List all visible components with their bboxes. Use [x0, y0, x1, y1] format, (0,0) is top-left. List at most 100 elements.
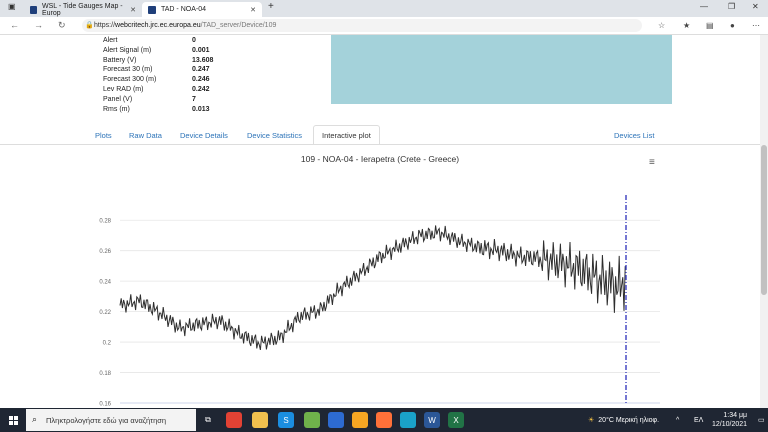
task-view-icon[interactable]: ⧉: [200, 412, 216, 428]
y-tick-label: 0.18: [99, 371, 111, 377]
weather-widget[interactable]: ☀ 20°C Μερική ηλιοφ.: [588, 408, 659, 432]
windows-logo-icon: [8, 415, 18, 425]
y-tick-label: 0.2: [103, 341, 112, 347]
tab-device-statistics[interactable]: Device Statistics: [239, 125, 310, 145]
chart-svg[interactable]: 0.160.180.20.220.240.260.2809:0012:0015:…: [85, 147, 675, 432]
page-scrollbar[interactable]: [760, 35, 768, 408]
site-favicon-icon: [30, 5, 37, 14]
param-key: Alert Signal (m): [103, 46, 152, 54]
param-value: 0.247: [192, 66, 210, 74]
close-window-icon[interactable]: ✕: [752, 2, 759, 11]
tab-label: WSL - Tide Gauges Map - Europ: [41, 2, 123, 17]
chart-menu-icon[interactable]: ≡: [649, 157, 655, 168]
y-tick-label: 0.16: [99, 402, 111, 408]
more-menu-icon[interactable]: ⋯: [752, 21, 760, 30]
param-value: 0.246: [192, 76, 210, 84]
param-key: Forecast 30 (m): [103, 66, 153, 74]
url-field[interactable]: 🔒 https:// webcritech.jrc.ec.europa.eu /…: [82, 19, 642, 32]
location-map[interactable]: [331, 35, 672, 104]
param-key: Forecast 300 (m): [103, 76, 157, 84]
taskbar-search[interactable]: ⌕ Πληκτρολογήστε εδώ για αναζήτηση: [26, 409, 196, 431]
param-key: Lev RAD (m): [103, 85, 144, 93]
chrome-icon[interactable]: [226, 412, 242, 428]
interactive-chart[interactable]: 109 - NOA-04 - Ierapetra (Crete - Greece…: [85, 147, 675, 432]
file-explorer-icon[interactable]: [252, 412, 268, 428]
url-path: /TAD_server/Device/109: [200, 22, 277, 29]
clock[interactable]: 1:34 μμ 12/10/2021: [712, 408, 747, 432]
param-row: Panel (V) 7: [103, 96, 213, 106]
tab-devices-list[interactable]: Devices List: [606, 125, 662, 145]
y-tick-label: 0.26: [99, 249, 111, 255]
series-line: [119, 225, 626, 351]
search-placeholder: Πληκτρολογήστε εδώ για αναζήτηση: [46, 415, 167, 425]
tab-actions-icon[interactable]: ▣: [8, 2, 16, 11]
maximize-icon[interactable]: ❐: [728, 2, 735, 11]
device-nav-tabs: Plots Raw Data Device Details Device Sta…: [85, 125, 685, 145]
param-key: Alert: [103, 37, 118, 44]
param-key: Rms (m): [103, 105, 130, 113]
tray-chevron-icon[interactable]: ^: [676, 408, 679, 432]
browser-tab-bar: ▣ WSL - Tide Gauges Map - Europ ✕ TAD - …: [0, 0, 768, 17]
param-value: 0.001: [192, 46, 210, 54]
url-host: webcritech.jrc.ec.europa.eu: [115, 22, 201, 29]
favorites-icon[interactable]: ★: [683, 21, 690, 30]
excel-icon[interactable]: X: [448, 412, 464, 428]
param-row: Battery (V) 13.608: [103, 57, 213, 67]
notifications-icon[interactable]: ▭: [758, 408, 765, 432]
windows-taskbar: ⌕ Πληκτρολογήστε εδώ για αναζήτηση ⧉ S W…: [0, 408, 768, 432]
firefox-icon[interactable]: [376, 412, 392, 428]
tabs-divider: [0, 144, 760, 145]
forward-icon[interactable]: →: [34, 20, 43, 30]
refresh-icon[interactable]: ↻: [58, 20, 66, 31]
param-value: 0: [192, 37, 196, 44]
param-key: Panel (V): [103, 95, 133, 103]
lock-icon[interactable]: 🔒: [85, 21, 94, 29]
profile-icon[interactable]: ●: [730, 21, 735, 30]
mail-icon[interactable]: [352, 412, 368, 428]
search-icon: ⌕: [32, 414, 38, 424]
tab-wsl-tide-map[interactable]: WSL - Tide Gauges Map - Europ ✕: [24, 2, 142, 17]
start-button[interactable]: [0, 408, 26, 432]
close-tab-icon[interactable]: ✕: [250, 6, 256, 14]
url-prefix: https://: [94, 22, 116, 29]
tab-interactive-plot[interactable]: Interactive plot: [313, 125, 380, 145]
collections-icon[interactable]: ▤: [706, 21, 714, 30]
param-value: 13.608: [192, 56, 214, 64]
y-tick-label: 0.22: [99, 310, 111, 316]
param-row: Lev RAD (m) 0.242: [103, 86, 213, 96]
store-icon[interactable]: [328, 412, 344, 428]
param-value: 0.013: [192, 105, 210, 113]
param-value: 0.242: [192, 85, 210, 93]
tab-raw-data[interactable]: Raw Data: [121, 125, 170, 145]
device-parameters: Alert 0 Alert Signal (m) 0.001 Battery (V)…: [103, 37, 213, 115]
weather-text: 20°C Μερική ηλιοφ.: [598, 416, 660, 424]
scrollbar-thumb[interactable]: [761, 145, 767, 295]
weather-icon: ☀: [588, 417, 595, 424]
tab-label: TAD - NOA-04: [161, 6, 206, 13]
tab-plots[interactable]: Plots: [87, 125, 120, 145]
address-bar-row: ← → ↻ 🔒 https:// webcritech.jrc.ec.europ…: [0, 17, 768, 35]
param-value: 7: [192, 95, 196, 103]
param-row: Alert 0: [103, 37, 213, 47]
word-icon[interactable]: W: [424, 412, 440, 428]
clock-date: 12/10/2021: [712, 421, 748, 428]
y-tick-label: 0.28: [99, 219, 111, 225]
param-key: Battery (V): [103, 56, 137, 64]
page-content: Alert 0 Alert Signal (m) 0.001 Battery (V)…: [0, 35, 760, 432]
back-icon[interactable]: ←: [10, 20, 19, 30]
clock-time: 1:34 μμ: [723, 412, 748, 419]
close-tab-icon[interactable]: ✕: [130, 6, 136, 14]
language-indicator[interactable]: ΕΛ: [694, 408, 703, 432]
tab-tad-noa04[interactable]: TAD - NOA-04 ✕: [142, 2, 262, 17]
new-tab-button[interactable]: +: [268, 1, 274, 12]
tab-device-details[interactable]: Device Details: [172, 125, 236, 145]
skype-icon[interactable]: S: [278, 412, 294, 428]
app-icon[interactable]: [304, 412, 320, 428]
edge-icon[interactable]: [400, 412, 416, 428]
param-row: Forecast 30 (m) 0.247: [103, 66, 213, 76]
chart-title: 109 - NOA-04 - Ierapetra (Crete - Greece…: [300, 154, 460, 164]
minimize-icon[interactable]: —: [700, 2, 708, 11]
param-row: Forecast 300 (m) 0.246: [103, 76, 213, 86]
reading-view-icon[interactable]: ☆: [658, 21, 665, 30]
y-tick-label: 0.24: [99, 280, 111, 286]
